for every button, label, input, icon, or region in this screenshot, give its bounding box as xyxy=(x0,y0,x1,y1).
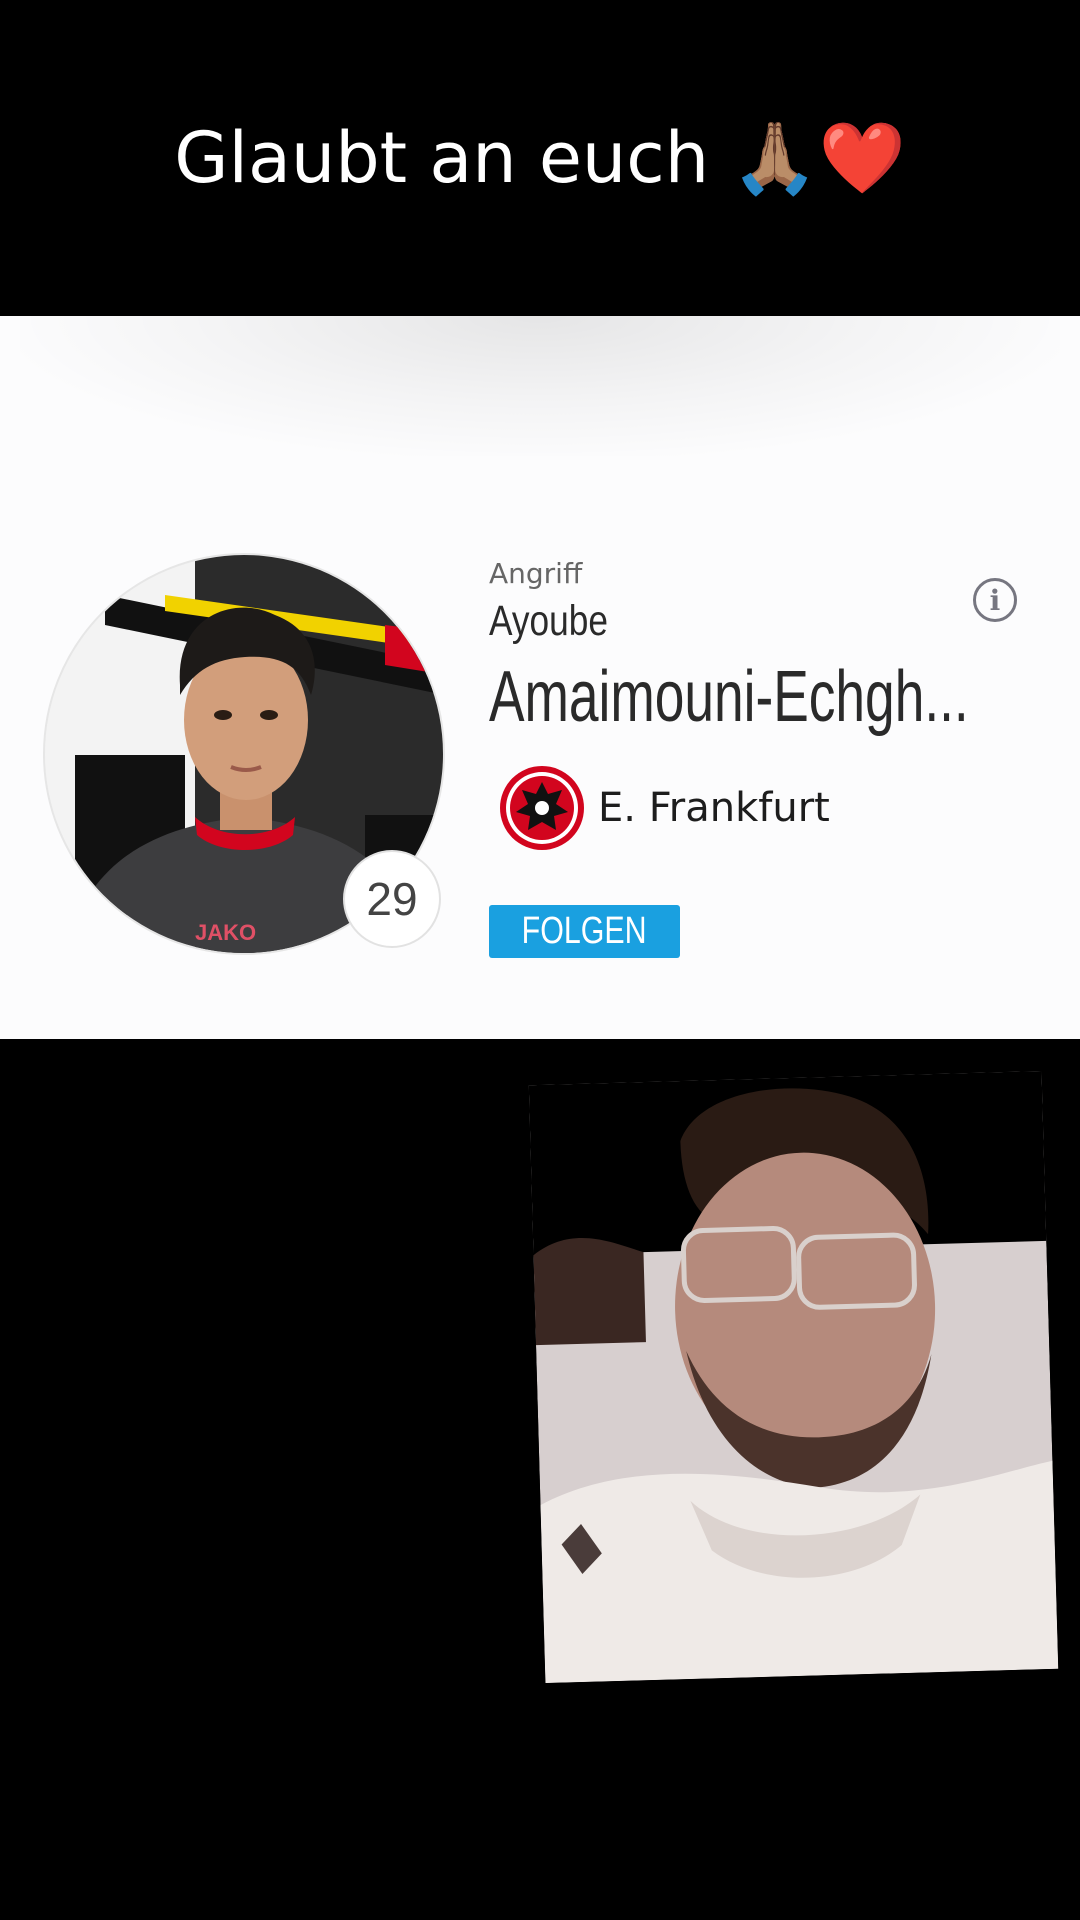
player-position: Angriff xyxy=(489,557,583,590)
webcam-overlay xyxy=(528,1070,1059,1684)
card-top-shadow xyxy=(20,316,1060,456)
webcam-video xyxy=(528,1070,1059,1684)
player-avatar-wrap: JAKO 29 xyxy=(43,553,445,955)
follow-button[interactable]: FOLGEN xyxy=(489,905,680,958)
caption-text: Glaubt an euch 🙏🏽❤️ xyxy=(174,117,906,199)
info-icon[interactable]: i xyxy=(973,578,1017,622)
player-card: JAKO 29 Angriff Ayoube Amaimouni-Echgh..… xyxy=(0,316,1080,1039)
svg-text:JAKO: JAKO xyxy=(195,920,256,945)
eagle-crest-icon xyxy=(500,766,584,850)
club-name: E. Frankfurt xyxy=(598,785,830,831)
player-first-name: Ayoube xyxy=(489,597,608,645)
follow-button-label: FOLGEN xyxy=(522,910,647,952)
player-last-name: Amaimouni-Echgh... xyxy=(489,657,969,737)
jersey-number-badge: 29 xyxy=(343,850,441,948)
video-caption: Glaubt an euch 🙏🏽❤️ xyxy=(0,0,1080,316)
club-row[interactable]: E. Frankfurt xyxy=(498,764,830,852)
